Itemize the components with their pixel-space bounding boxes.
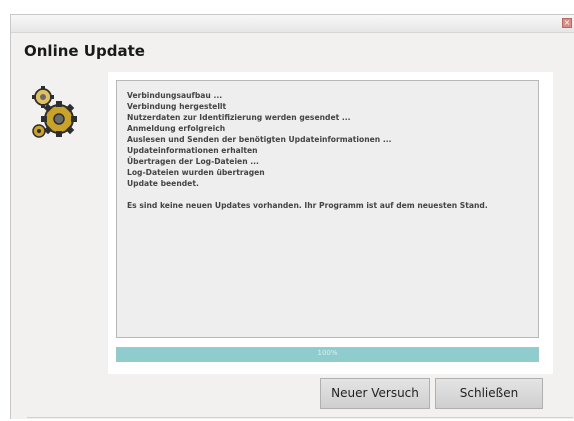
log-line: Nutzerdaten zur Identifizierung werden g…: [127, 113, 351, 122]
log-line: Update beendet.: [127, 179, 199, 188]
progress-label: 100%: [317, 349, 338, 357]
log-line: Verbindungsaufbau ...: [127, 91, 223, 100]
dialog-title: Online Update: [24, 42, 145, 60]
log-line: Anmeldung erfolgreich: [127, 124, 226, 133]
title-bar[interactable]: ×: [11, 15, 574, 33]
log-line: Übertragen der Log-Dateien ...: [127, 157, 259, 166]
log-line: Log-Dateien wurden übertragen: [127, 168, 265, 177]
log-line: Verbindung hergestellt: [127, 102, 227, 111]
progress-bar: 100%: [116, 347, 539, 362]
close-button[interactable]: Schließen: [435, 378, 543, 409]
status-message: Es sind keine neuen Updates vorhanden. I…: [127, 201, 488, 210]
gear-small-icon: [32, 86, 54, 108]
update-dialog: × Online Update Verbindungsaufbau ... Ve…: [10, 14, 574, 419]
log-line: Auslesen und Senden der benötigten Updat…: [127, 135, 392, 144]
gear-large-icon: [41, 101, 77, 137]
gear-tiny-icon: [32, 124, 46, 138]
gears-icon: [32, 86, 77, 138]
retry-button[interactable]: Neuer Versuch: [320, 378, 430, 409]
close-icon[interactable]: ×: [562, 18, 572, 28]
log-line: Updateinformationen erhalten: [127, 146, 258, 155]
window-bottom-edge: [27, 417, 573, 421]
log-spacer: [127, 189, 528, 200]
log-output: Verbindungsaufbau ... Verbindung hergest…: [116, 80, 539, 338]
content-panel: Verbindungsaufbau ... Verbindung hergest…: [108, 72, 553, 374]
